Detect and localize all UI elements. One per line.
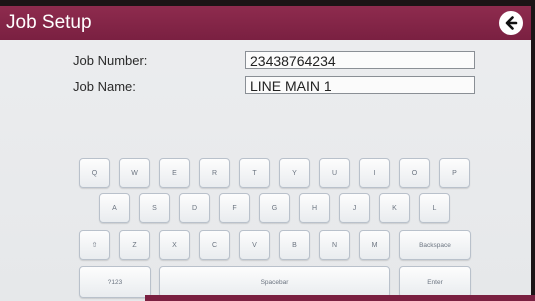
key-g[interactable]: G (259, 193, 290, 223)
key-p[interactable]: P (439, 158, 470, 188)
key-n[interactable]: N (319, 230, 350, 260)
mode-key[interactable]: ?123 (79, 266, 151, 298)
key-m[interactable]: M (359, 230, 390, 260)
key-o[interactable]: O (399, 158, 430, 188)
key-a[interactable]: A (99, 193, 130, 223)
job-name-label: Job Name: (73, 79, 136, 94)
key-d[interactable]: D (179, 193, 210, 223)
key-y[interactable]: Y (279, 158, 310, 188)
spacebar-key[interactable]: Spacebar (159, 266, 390, 298)
page-title: Job Setup (6, 12, 92, 33)
key-k[interactable]: K (379, 193, 410, 223)
key-v[interactable]: V (239, 230, 270, 260)
key-i[interactable]: I (359, 158, 390, 188)
key-r[interactable]: R (199, 158, 230, 188)
key-c[interactable]: C (199, 230, 230, 260)
job-number-label: Job Number: (73, 53, 148, 68)
key-u[interactable]: U (319, 158, 350, 188)
key-q[interactable]: Q (79, 158, 110, 188)
job-number-input[interactable]: 23438764234 (245, 51, 475, 69)
enter-key[interactable]: Enter (399, 266, 471, 298)
key-f[interactable]: F (219, 193, 250, 223)
job-name-input[interactable]: LINE MAIN 1 (245, 76, 475, 94)
job-setup-screen: Job Setup Job Number: 23438764234 Job Na… (0, 6, 531, 301)
key-h[interactable]: H (299, 193, 330, 223)
key-l[interactable]: L (419, 193, 450, 223)
back-button[interactable] (499, 11, 523, 35)
key-shift[interactable]: ⇧ (79, 230, 110, 260)
key-z[interactable]: Z (119, 230, 150, 260)
key-j[interactable]: J (339, 193, 370, 223)
backspace-key[interactable]: Backspace (399, 230, 471, 260)
title-bar: Job Setup (0, 6, 531, 40)
key-s[interactable]: S (139, 193, 170, 223)
key-x[interactable]: X (159, 230, 190, 260)
key-w[interactable]: W (119, 158, 150, 188)
key-t[interactable]: T (239, 158, 270, 188)
footer-bar (145, 295, 535, 301)
key-e[interactable]: E (159, 158, 190, 188)
key-b[interactable]: B (279, 230, 310, 260)
arrow-left-icon (505, 16, 518, 30)
